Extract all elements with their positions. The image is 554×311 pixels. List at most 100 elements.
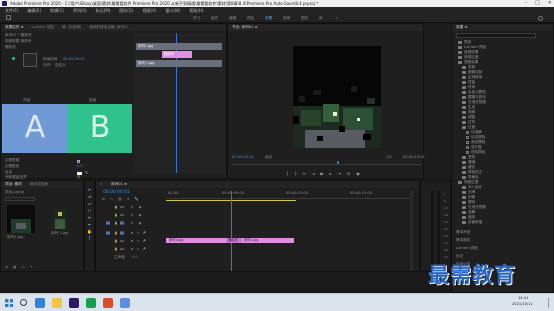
app-icon-red[interactable]: [103, 298, 113, 308]
v1-eye-icon[interactable]: ◉: [138, 221, 142, 225]
border-width-value[interactable]: 0.0: [77, 164, 83, 169]
v3-sync-icon[interactable]: ⇄: [130, 205, 134, 209]
v1-source-patch[interactable]: V1: [106, 221, 110, 225]
workspace-color[interactable]: 颜色: [247, 15, 254, 22]
insert-icon[interactable]: ⊡: [347, 170, 350, 177]
start-icon[interactable]: [5, 299, 13, 307]
border-width-checkbox[interactable]: [77, 160, 80, 163]
home-icon[interactable]: [6, 15, 11, 20]
tab-media-browser[interactable]: 媒体浏览器: [30, 181, 48, 188]
a1-mic-icon[interactable]: 🎤: [142, 231, 146, 235]
mark-in-icon[interactable]: {: [286, 170, 289, 177]
tab-program-monitor[interactable]: 节目: 序列01 ≡: [232, 24, 257, 31]
eyedropper-icon[interactable]: ✎: [85, 171, 88, 175]
tab-source[interactable]: 源: (无剪辑): [62, 24, 82, 31]
project-thumb-b[interactable]: [53, 209, 67, 229]
menu-help[interactable]: 帮助(H): [189, 7, 203, 14]
v2-lock-icon[interactable]: 🔒: [114, 213, 118, 217]
ripple-edit-tool-icon[interactable]: ⟛: [87, 201, 92, 206]
v3-label[interactable]: V3: [120, 205, 124, 209]
menu-marker[interactable]: 标记(M): [96, 7, 111, 14]
timeline-playhead[interactable]: [231, 191, 232, 271]
step-back-icon[interactable]: ◂: [312, 170, 314, 177]
search-icon[interactable]: [538, 16, 543, 21]
a1-lock-icon[interactable]: 🔒: [114, 231, 118, 235]
essential-sound-label[interactable]: 基本声音: [456, 230, 470, 235]
a2-mute-icon[interactable]: M: [130, 239, 134, 243]
alignment-value[interactable]: 自定义: [55, 63, 66, 68]
file-explorer-icon[interactable]: [52, 298, 62, 308]
premiere-taskbar-icon[interactable]: [69, 298, 79, 308]
workspace-graphics[interactable]: 图形: [301, 15, 308, 22]
markers-label[interactable]: 标记: [456, 254, 463, 259]
menu-graphics[interactable]: 图形(G): [119, 7, 133, 14]
goto-out-icon[interactable]: ⇥: [338, 170, 341, 177]
workspace-effects[interactable]: 效果: [265, 15, 272, 22]
snap-icon[interactable]: ∩: [110, 197, 113, 202]
video-frame[interactable]: [293, 46, 381, 148]
show-desktop-button[interactable]: [548, 298, 552, 308]
a1-source-patch[interactable]: A1: [106, 231, 110, 235]
timeline-scrollbar[interactable]: [410, 191, 413, 271]
clip-v1-b[interactable]: 序列1.jpg: [242, 238, 294, 243]
new-bin-icon[interactable]: ▭: [21, 265, 24, 270]
v1-sync-icon[interactable]: ⇄: [130, 221, 134, 225]
clip-v1-a[interactable]: 序列1.jpg: [166, 238, 230, 243]
essential-graphics-label[interactable]: 基本图形: [456, 238, 470, 243]
icon-view-icon[interactable]: ▦: [13, 265, 16, 270]
lumetri-color-label[interactable]: Lumetri 颜色: [456, 246, 478, 251]
play-preview-icon[interactable]: [12, 57, 15, 60]
app-icon-blue[interactable]: [120, 298, 130, 308]
mini-transition[interactable]: 随机块: [162, 51, 192, 58]
monitor-scrub-bar[interactable]: [232, 164, 421, 165]
a1-mute-icon[interactable]: M: [130, 231, 134, 235]
razor-tool-icon[interactable]: ✂: [87, 208, 92, 213]
duration-value[interactable]: 00:00:00:01: [63, 57, 85, 62]
v2-label[interactable]: V2: [120, 213, 124, 217]
resolution-select[interactable]: 1/2: [386, 155, 392, 160]
tab-project[interactable]: 项目: 素材: [5, 181, 22, 188]
goto-in-icon[interactable]: ⇤: [303, 170, 306, 177]
v2-sync-icon[interactable]: ⇄: [130, 213, 134, 217]
mark-out-icon[interactable]: }: [295, 170, 298, 177]
program-timecode-left[interactable]: 00:00:00:01: [232, 155, 254, 160]
a2-label[interactable]: A2: [120, 239, 124, 243]
taskbar-search-icon[interactable]: [20, 299, 27, 306]
mini-clip-a[interactable]: 序列1.jpg: [136, 43, 222, 50]
tab-effects[interactable]: 效果 ≡: [456, 24, 467, 31]
project-thumb-a[interactable]: [7, 205, 35, 233]
mini-clip-b[interactable]: 序列 1.jpg: [136, 60, 222, 67]
workspace-more-icon[interactable]: »: [336, 15, 338, 22]
task-view-icon[interactable]: [35, 298, 45, 308]
step-forward-icon[interactable]: ▸: [330, 170, 332, 177]
menu-view[interactable]: 视图(V): [142, 7, 156, 14]
type-tool-icon[interactable]: T: [87, 236, 92, 241]
browser-icon[interactable]: [86, 298, 96, 308]
project-search-input[interactable]: [5, 197, 35, 201]
timeline-timecode[interactable]: 00:00:00:01: [103, 190, 130, 195]
v2-eye-icon[interactable]: ◉: [138, 213, 142, 217]
slip-tool-icon[interactable]: ⇹: [87, 215, 92, 220]
a3-lock-icon[interactable]: 🔒: [114, 247, 118, 251]
tab-lumetri-scopes[interactable]: Lumetri 范围: [32, 24, 54, 31]
tab-effect-controls[interactable]: 效果控件 ≡: [5, 24, 24, 31]
tab-sequence[interactable]: 序列01 ≡: [111, 181, 127, 188]
workspace-assembly[interactable]: 组件: [211, 15, 218, 22]
workspace-editing[interactable]: 编辑: [229, 15, 236, 22]
v1-lock-icon[interactable]: 🔒: [114, 221, 118, 225]
transition-preview-box[interactable]: [23, 53, 37, 67]
menu-clip[interactable]: 剪辑(C): [50, 7, 64, 14]
zoom-fit-select[interactable]: 适合: [265, 155, 272, 160]
menu-window[interactable]: 窗口(W): [165, 7, 180, 14]
transition-on-timeline[interactable]: 随机块: [226, 238, 242, 243]
selection-tool-icon[interactable]: ➤: [87, 187, 92, 192]
maximize-button[interactable]: □: [535, 0, 540, 7]
v3-eye-icon[interactable]: ◉: [138, 205, 142, 209]
track-select-tool-icon[interactable]: ⇉: [87, 194, 92, 199]
linked-selection-icon[interactable]: ⛓: [118, 197, 123, 202]
workspace-audio[interactable]: 音频: [283, 15, 290, 22]
new-item-icon[interactable]: +: [30, 265, 33, 270]
add-marker-icon[interactable]: ▾: [127, 197, 129, 202]
a2-lock-icon[interactable]: 🔒: [114, 239, 118, 243]
a1-label[interactable]: A1: [120, 231, 124, 235]
